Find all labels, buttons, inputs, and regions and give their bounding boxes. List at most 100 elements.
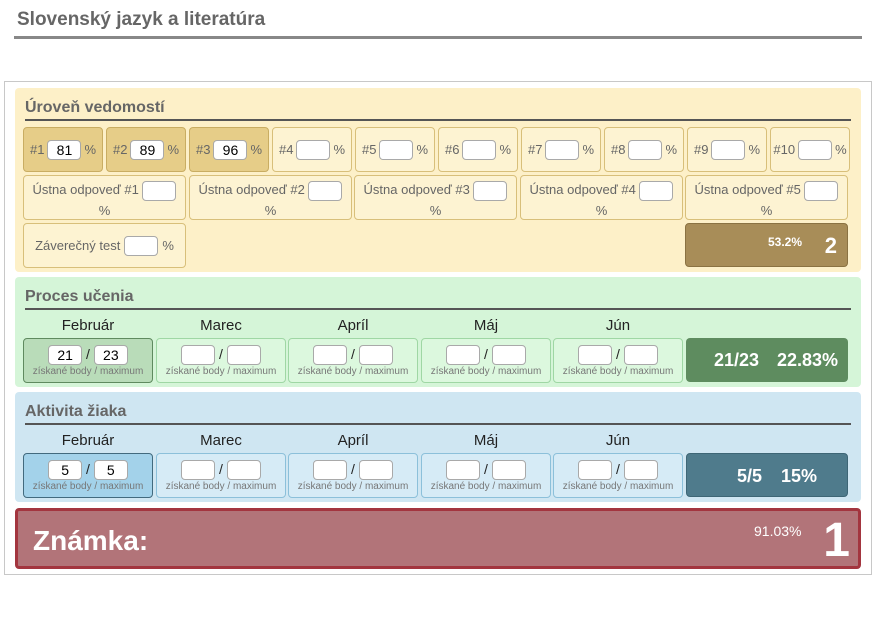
points-earned-input[interactable]: 5	[48, 460, 83, 481]
percent-sign: %	[84, 142, 97, 157]
points-max-input[interactable]: 5	[93, 460, 128, 481]
test-score-input[interactable]: 89	[130, 139, 165, 160]
oral-answer-label: Ústna odpoveď #5	[694, 182, 801, 197]
points-row: /	[554, 344, 682, 366]
points-earned-input[interactable]	[313, 345, 348, 366]
process-section: Proces učenia Február 21 / 23 získané body…	[15, 277, 861, 387]
final-test-input[interactable]	[124, 235, 159, 256]
oral-answer-box: Ústna odpoveď #4 %	[520, 175, 683, 220]
final-grade-percent: 91.03%	[754, 523, 802, 539]
points-row: /	[422, 459, 550, 481]
oral-answer-box: Ústna odpoveď #1 %	[23, 175, 186, 220]
percent-sign: %	[98, 202, 111, 218]
test-score-input[interactable]: 96	[213, 139, 248, 160]
points-hint: získané body / maximum	[165, 481, 277, 492]
knowledge-result-percent: 53.2%	[768, 235, 803, 249]
test-score-input[interactable]	[296, 139, 331, 160]
percent-sign: %	[167, 142, 180, 157]
oral-answer-input[interactable]	[639, 180, 674, 201]
slash-separator: /	[347, 461, 359, 477]
points-max-input[interactable]: 23	[93, 345, 128, 366]
process-month-box: 21 / 23 získané body / maximum	[23, 338, 153, 383]
slash-separator: /	[612, 346, 624, 362]
title-divider	[14, 36, 862, 39]
oral-answer-input[interactable]	[142, 180, 177, 201]
slash-separator: /	[215, 346, 227, 362]
points-max-input[interactable]	[623, 460, 658, 481]
percent-sign: %	[250, 142, 263, 157]
points-hint: získané body / maximum	[297, 366, 409, 377]
percent-sign: %	[429, 202, 442, 218]
points-max-input[interactable]	[491, 345, 526, 366]
process-month-box: / získané body / maximum	[421, 338, 551, 383]
month-label: Február	[61, 317, 115, 334]
oral-answer-input[interactable]	[308, 180, 343, 201]
points-row: /	[422, 344, 550, 366]
month-label: Máj	[473, 432, 499, 449]
test-score-box: #6%	[438, 127, 518, 172]
points-max-input[interactable]	[226, 460, 261, 481]
points-hint: získané body / maximum	[562, 481, 674, 492]
points-hint: získané body / maximum	[297, 481, 409, 492]
slash-separator: /	[612, 461, 624, 477]
test-label: #1	[29, 142, 45, 157]
oral-answer-label: Ústna odpoveď #4	[529, 182, 636, 197]
percent-sign: %	[162, 238, 174, 253]
percent-sign: %	[333, 142, 346, 157]
activity-month-box: / získané body / maximum	[156, 453, 286, 498]
slash-separator: /	[480, 346, 492, 362]
points-max-input[interactable]	[358, 345, 393, 366]
month-label: Jún	[605, 432, 631, 449]
knowledge-divider	[25, 119, 851, 121]
percent-sign: %	[835, 142, 847, 157]
points-hint: získané body / maximum	[562, 366, 674, 377]
test-score-input[interactable]	[628, 139, 663, 160]
percent-sign: %	[416, 142, 429, 157]
test-score-input[interactable]	[798, 139, 833, 160]
points-earned-input[interactable]	[578, 460, 613, 481]
test-label: #5	[361, 142, 377, 157]
points-hint: získané body / maximum	[32, 366, 144, 377]
test-score-box: #9%	[687, 127, 767, 172]
process-result-ratio: 21/23	[714, 350, 760, 370]
points-max-input[interactable]	[491, 460, 526, 481]
points-earned-input[interactable]: 21	[48, 345, 83, 366]
oral-answer-input[interactable]	[473, 180, 508, 201]
points-earned-input[interactable]	[313, 460, 348, 481]
test-label: #2	[112, 142, 128, 157]
points-earned-input[interactable]	[578, 345, 613, 366]
activity-section: Aktivita žiaka Február 5 / 5 získané body …	[15, 392, 861, 502]
oral-answer-label: Ústna odpoveď #2	[198, 182, 305, 197]
percent-sign: %	[665, 142, 678, 157]
test-label: #9	[693, 142, 709, 157]
month-label: Apríl	[337, 432, 369, 449]
knowledge-section: Úroveň vedomostí #1 81% #2 89% #3 96% #4% #5% #6…	[15, 88, 861, 272]
grade-calculator: Úroveň vedomostí #1 81% #2 89% #3 96% #4% #5% #6…	[4, 81, 872, 575]
percent-sign: %	[499, 142, 512, 157]
activity-month-box: 5 / 5 získané body / maximum	[23, 453, 153, 498]
percent-sign: %	[760, 202, 773, 218]
points-row: /	[289, 344, 417, 366]
test-score-input[interactable]	[462, 139, 497, 160]
slash-separator: /	[82, 461, 94, 477]
points-earned-input[interactable]	[446, 345, 481, 366]
points-row: /	[554, 459, 682, 481]
test-score-input[interactable]	[545, 139, 580, 160]
oral-answer-input[interactable]	[804, 180, 839, 201]
points-earned-input[interactable]	[446, 460, 481, 481]
activity-month-box: / získané body / maximum	[553, 453, 683, 498]
process-month-box: / získané body / maximum	[288, 338, 418, 383]
process-month-box: / získané body / maximum	[156, 338, 286, 383]
points-earned-input[interactable]	[181, 460, 216, 481]
knowledge-title: Úroveň vedomostí	[25, 99, 165, 116]
oral-answer-box: Ústna odpoveď #2 %	[189, 175, 352, 220]
points-max-input[interactable]	[358, 460, 393, 481]
points-earned-input[interactable]	[181, 345, 216, 366]
points-max-input[interactable]	[226, 345, 261, 366]
activity-month-box: / získané body / maximum	[421, 453, 551, 498]
test-score-input[interactable]	[711, 139, 746, 160]
test-label: #7	[527, 142, 543, 157]
test-score-input[interactable]: 81	[47, 139, 82, 160]
test-score-input[interactable]	[379, 139, 414, 160]
points-max-input[interactable]	[623, 345, 658, 366]
